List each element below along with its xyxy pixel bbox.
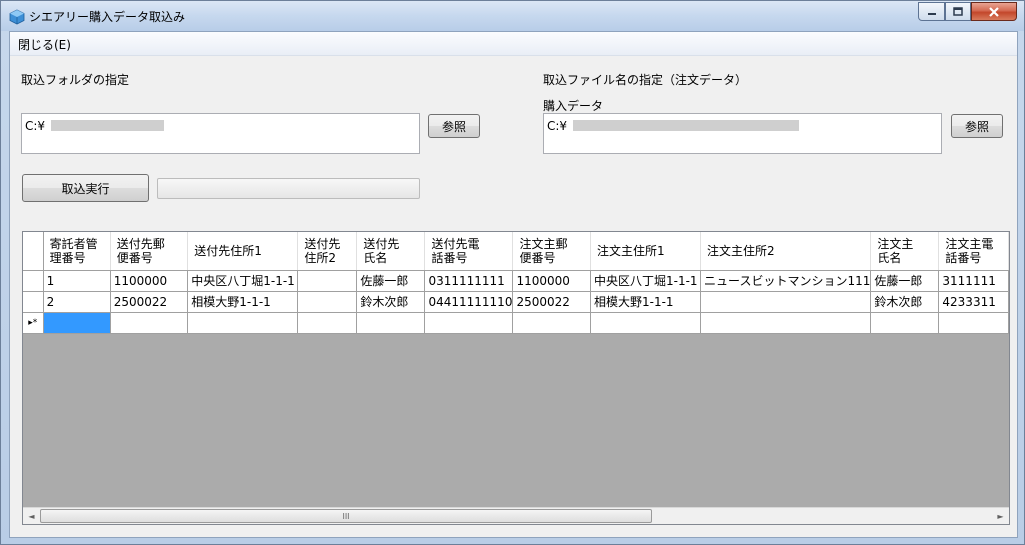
grid-cell[interactable]: 中央区八丁堀1-1-1 <box>187 270 299 292</box>
file-path-input[interactable]: C:¥ <box>543 113 942 154</box>
column-header[interactable]: 注文主住所2 <box>700 232 872 271</box>
table-row[interactable]: 2 2500022 相模大野1-1-1 鈴木次郎 04411111110 2500022 相… <box>23 291 1009 313</box>
grid-cell[interactable] <box>938 312 1009 334</box>
folder-browse-button[interactable]: 参照 <box>428 114 480 138</box>
scroll-right-icon[interactable]: ► <box>992 508 1009 524</box>
import-button[interactable]: 取込実行 <box>22 174 149 202</box>
table-row[interactable]: 1 1100000 中央区八丁堀1-1-1 佐藤一郎 0311111111 1100000… <box>23 270 1009 292</box>
grid-cell[interactable] <box>297 291 358 313</box>
file-browse-button[interactable]: 参照 <box>951 114 1003 138</box>
grid-cell[interactable] <box>110 312 189 334</box>
file-label: 取込ファイル名の指定（注文データ） <box>543 73 748 87</box>
column-header[interactable]: 寄託者管 理番号 <box>43 232 111 271</box>
grid-cell[interactable] <box>424 312 514 334</box>
data-grid: 寄託者管 理番号 送付先郵 便番号 送付先住所1 送付先 住所2 送付先 氏名 送付先電 … <box>22 231 1010 525</box>
menu-bar: 閉じる(E) <box>10 32 1017 56</box>
grid-cell[interactable]: 佐藤一郎 <box>870 270 940 292</box>
grid-table: 寄託者管 理番号 送付先郵 便番号 送付先住所1 送付先 住所2 送付先 氏名 送付先電 … <box>23 232 1009 334</box>
grid-cell[interactable] <box>590 312 702 334</box>
grid-cell[interactable]: ニュースビットマンション111 <box>700 270 872 292</box>
grid-cell[interactable]: 相模大野1-1-1 <box>187 291 299 313</box>
grid-cell[interactable] <box>356 312 426 334</box>
grid-cell[interactable]: 4233311 <box>938 291 1009 313</box>
grid-cell[interactable]: 04411111110 <box>424 291 514 313</box>
row-header[interactable] <box>23 270 44 292</box>
grid-cell[interactable]: 1100000 <box>512 270 591 292</box>
progress-bar <box>157 178 420 199</box>
grid-cell[interactable] <box>870 312 940 334</box>
column-header[interactable]: 送付先住所1 <box>187 232 299 271</box>
grid-cell[interactable]: 1 <box>43 270 111 292</box>
folder-path-value: C:¥ <box>25 119 46 133</box>
close-icon <box>989 6 999 17</box>
column-header[interactable]: 注文主郵 便番号 <box>512 232 591 271</box>
new-row[interactable]: ▸* <box>23 312 1009 334</box>
grid-cell[interactable] <box>297 270 358 292</box>
horizontal-scrollbar[interactable]: ◄ III ► <box>23 507 1009 524</box>
grid-cell[interactable]: 3111111 <box>938 270 1009 292</box>
grid-cell[interactable] <box>700 291 872 313</box>
minimize-button[interactable] <box>918 2 945 21</box>
grid-cell[interactable]: 0311111111 <box>424 270 514 292</box>
grid-cell[interactable]: 2 <box>43 291 111 313</box>
column-header[interactable]: 送付先 氏名 <box>356 232 426 271</box>
grid-cell[interactable]: 相模大野1-1-1 <box>590 291 702 313</box>
main-window: シエアリー購入データ取込み 閉じる(E) 取込フォルダの指定 C:¥ 参照 取込… <box>0 0 1025 545</box>
new-row-marker[interactable]: ▸* <box>23 312 44 334</box>
grid-cell[interactable] <box>43 312 111 334</box>
grid-corner[interactable] <box>23 232 44 271</box>
grid-cell[interactable]: 鈴木次郎 <box>356 291 426 313</box>
scroll-thumb[interactable]: III <box>40 509 652 523</box>
grid-cell[interactable] <box>187 312 299 334</box>
redacted-path <box>51 120 164 131</box>
grid-cell[interactable]: 鈴木次郎 <box>870 291 940 313</box>
grid-cell[interactable]: 1100000 <box>110 270 189 292</box>
scroll-left-icon[interactable]: ◄ <box>23 508 40 524</box>
minimize-icon <box>927 12 936 15</box>
window-title: シエアリー購入データ取込み <box>29 10 186 24</box>
app-icon <box>9 9 25 25</box>
grid-cell[interactable]: 2500022 <box>512 291 591 313</box>
grid-cell[interactable]: 2500022 <box>110 291 189 313</box>
file-sublabel: 購入データ <box>543 99 604 113</box>
grid-cell[interactable]: 佐藤一郎 <box>356 270 426 292</box>
grid-cell[interactable]: 中央区八丁堀1-1-1 <box>590 270 702 292</box>
column-header[interactable]: 注文主住所1 <box>590 232 702 271</box>
column-header[interactable]: 送付先郵 便番号 <box>110 232 189 271</box>
grid-cell[interactable] <box>512 312 591 334</box>
menu-close[interactable]: 閉じる(E) <box>18 36 71 53</box>
folder-label: 取込フォルダの指定 <box>21 73 130 87</box>
redacted-path <box>573 120 799 131</box>
grid-cell[interactable] <box>297 312 358 334</box>
column-header[interactable]: 注文主 氏名 <box>870 232 940 271</box>
file-path-value: C:¥ <box>547 119 568 133</box>
column-header[interactable]: 送付先 住所2 <box>297 232 358 271</box>
grid-header-row: 寄託者管 理番号 送付先郵 便番号 送付先住所1 送付先 住所2 送付先 氏名 送付先電 … <box>23 232 1009 271</box>
folder-path-input[interactable]: C:¥ <box>21 113 420 154</box>
column-header[interactable]: 送付先電 話番号 <box>424 232 514 271</box>
title-bar[interactable]: シエアリー購入データ取込み <box>1 1 1024 31</box>
maximize-button[interactable] <box>945 2 971 21</box>
row-header[interactable] <box>23 291 44 313</box>
grid-cell[interactable] <box>700 312 872 334</box>
close-window-button[interactable] <box>971 2 1017 21</box>
client-area: 閉じる(E) 取込フォルダの指定 C:¥ 参照 取込ファイル名の指定（注文データ… <box>9 31 1018 538</box>
column-header[interactable]: 注文主電 話番号 <box>938 232 1009 271</box>
maximize-icon <box>953 7 963 16</box>
